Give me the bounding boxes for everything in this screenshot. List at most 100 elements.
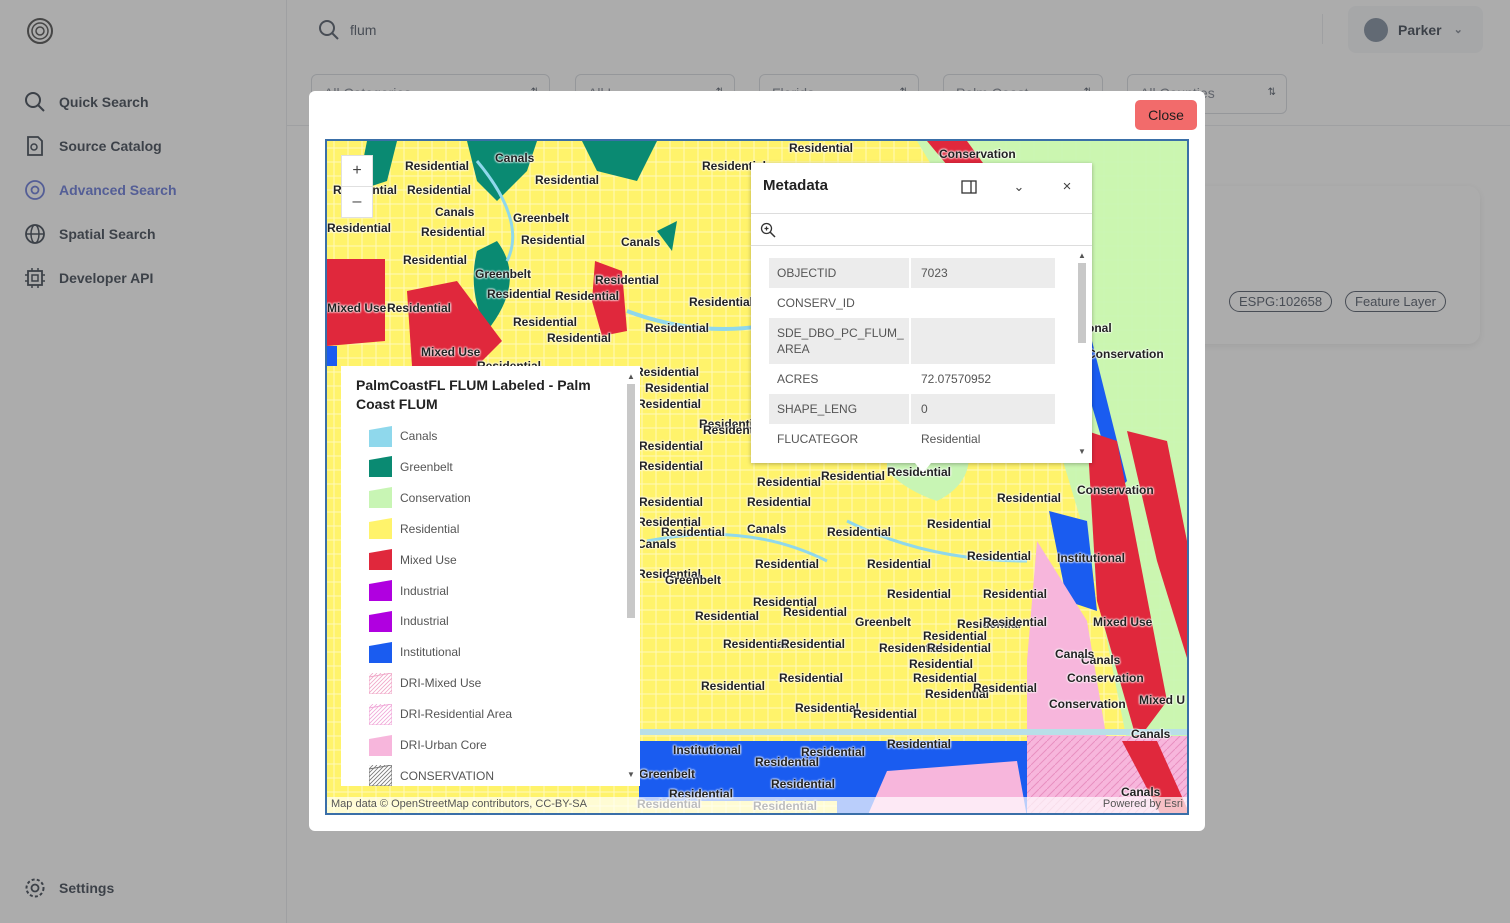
legend-item: DRI-Urban Core bbox=[369, 733, 487, 757]
legend-swatch-icon bbox=[369, 610, 392, 632]
map-label: Residential bbox=[789, 141, 854, 155]
legend-label: Residential bbox=[400, 521, 460, 536]
map-label: Greenbelt bbox=[513, 211, 570, 225]
legend-item: Residential bbox=[369, 517, 459, 541]
map-label: Institutional bbox=[673, 743, 741, 757]
map-label: Residential bbox=[595, 273, 660, 287]
legend-item: Greenbelt bbox=[369, 455, 453, 479]
map-label: Canals bbox=[495, 151, 535, 165]
chevron-down-icon[interactable]: ⌄ bbox=[1007, 175, 1031, 199]
map-label: Canals bbox=[435, 205, 475, 219]
map-label: Residential bbox=[783, 605, 848, 619]
scrollbar-thumb[interactable] bbox=[1078, 263, 1086, 343]
legend-item: Canals bbox=[369, 424, 437, 448]
legend-label: CONSERVATION bbox=[400, 768, 495, 783]
map-label: Residential bbox=[927, 517, 992, 531]
map-label: Residential bbox=[645, 321, 710, 335]
zoom-to-icon[interactable] bbox=[760, 222, 776, 238]
legend-scrollbar[interactable]: ▲ ▼ bbox=[626, 372, 636, 779]
close-icon[interactable]: × bbox=[1055, 175, 1079, 199]
metadata-row: OBJECTID 7023 bbox=[769, 258, 1055, 288]
metadata-value bbox=[911, 288, 1055, 318]
map-label: Residential bbox=[927, 641, 992, 655]
map-label: Residential bbox=[909, 657, 974, 671]
map-label: Mixed Use bbox=[327, 301, 387, 315]
map-label: Mixed U bbox=[1139, 693, 1186, 707]
map-label: Residential bbox=[639, 459, 704, 473]
legend-item: Industrial bbox=[369, 609, 449, 633]
legend-item: CONSERVATION bbox=[369, 764, 494, 786]
legend-panel: PalmCoastFL FLUM Labeled - Palm Coast FL… bbox=[341, 366, 640, 786]
map-label: Residential bbox=[403, 253, 468, 267]
map-label: Residential bbox=[637, 397, 702, 411]
legend-label: Industrial bbox=[400, 583, 449, 598]
map-label: Residential bbox=[867, 557, 932, 571]
map-view[interactable]: Residential Canals Residential Residential R… bbox=[325, 139, 1189, 815]
map-label: Residential bbox=[701, 679, 766, 693]
scroll-up-arrow-icon[interactable]: ▲ bbox=[627, 372, 635, 381]
map-modal: Close Residential Canals Residential Res… bbox=[309, 91, 1205, 831]
map-label: Residential bbox=[795, 701, 860, 715]
map-attribution: Map data © OpenStreetMap contributors, C… bbox=[327, 797, 1187, 813]
legend-item: Conservation bbox=[369, 486, 471, 510]
metadata-value: 7023 bbox=[921, 266, 948, 280]
scroll-up-arrow-icon[interactable]: ▲ bbox=[1078, 251, 1086, 260]
metadata-key: CONSERV_ID bbox=[769, 288, 911, 318]
attribution-right[interactable]: Powered by Esri bbox=[1103, 798, 1183, 810]
metadata-key: OBJECTID bbox=[769, 258, 911, 288]
legend-swatch-icon bbox=[369, 425, 392, 447]
map-label: Residential bbox=[387, 301, 452, 315]
popup-title: Metadata bbox=[763, 177, 829, 194]
scroll-down-arrow-icon[interactable]: ▼ bbox=[627, 770, 635, 779]
scroll-down-arrow-icon[interactable]: ▼ bbox=[1078, 447, 1086, 456]
map-label: Conservation bbox=[1067, 671, 1144, 685]
legend-label: Conservation bbox=[400, 490, 471, 505]
map-label: Residential bbox=[487, 287, 552, 301]
map-label: Canals bbox=[637, 537, 677, 551]
metadata-value: 72.07570952 bbox=[921, 372, 992, 386]
legend-swatch-icon bbox=[369, 641, 392, 663]
map-label: Residential bbox=[327, 221, 392, 235]
scrollbar-thumb[interactable] bbox=[627, 384, 635, 618]
legend-label: DRI-Urban Core bbox=[400, 738, 487, 752]
map-label: Residential bbox=[695, 609, 760, 623]
legend-swatch-icon bbox=[369, 765, 392, 786]
metadata-value: 0 bbox=[921, 402, 928, 416]
map-label: Mixed Use bbox=[421, 345, 481, 359]
map-label: Residential bbox=[779, 671, 844, 685]
map-label: Residential bbox=[521, 233, 586, 247]
map-label: Residential bbox=[821, 469, 886, 483]
map-label: Greenbelt bbox=[475, 267, 532, 281]
map-label: Greenbelt bbox=[665, 573, 722, 587]
metadata-row: SHAPE_LENG 0 bbox=[769, 394, 1055, 424]
popup-pointer bbox=[915, 463, 931, 473]
zoom-controls: + – bbox=[341, 155, 373, 218]
map-label: Residential bbox=[407, 183, 472, 197]
map-label: Conservation bbox=[1077, 483, 1154, 497]
legend-label: DRI-Mixed Use bbox=[400, 676, 482, 691]
legend-item: Industrial bbox=[369, 579, 449, 603]
legend-item: Institutional bbox=[369, 640, 461, 664]
map-label: Greenbelt bbox=[855, 615, 912, 629]
metadata-value: Residential bbox=[921, 432, 981, 446]
map-label: Residential bbox=[635, 365, 700, 379]
map-label: Residential bbox=[801, 745, 866, 759]
popup-scrollbar[interactable]: ▲ ▼ bbox=[1077, 251, 1087, 461]
map-label: Residential bbox=[639, 495, 704, 509]
metadata-row: CONSERV_ID bbox=[769, 288, 1055, 318]
map-label: Residential bbox=[535, 173, 600, 187]
close-button[interactable]: Close bbox=[1135, 100, 1197, 130]
legend-swatch-icon bbox=[369, 487, 392, 509]
zoom-out-button[interactable]: – bbox=[342, 187, 372, 218]
zoom-in-button[interactable]: + bbox=[342, 156, 372, 187]
map-label: Residential bbox=[827, 525, 892, 539]
dock-icon[interactable] bbox=[957, 175, 981, 199]
map-label: Residential bbox=[757, 475, 822, 489]
legend-swatch-icon bbox=[369, 518, 392, 540]
map-label: Residential bbox=[421, 225, 486, 239]
map-label: Canals bbox=[1131, 727, 1171, 741]
map-label: Residential bbox=[887, 737, 952, 751]
metadata-key: SDE_DBO_PC_FLUM_ AREA bbox=[769, 318, 911, 364]
popup-toolbar bbox=[751, 213, 1092, 246]
map-label: Residential bbox=[645, 381, 710, 395]
